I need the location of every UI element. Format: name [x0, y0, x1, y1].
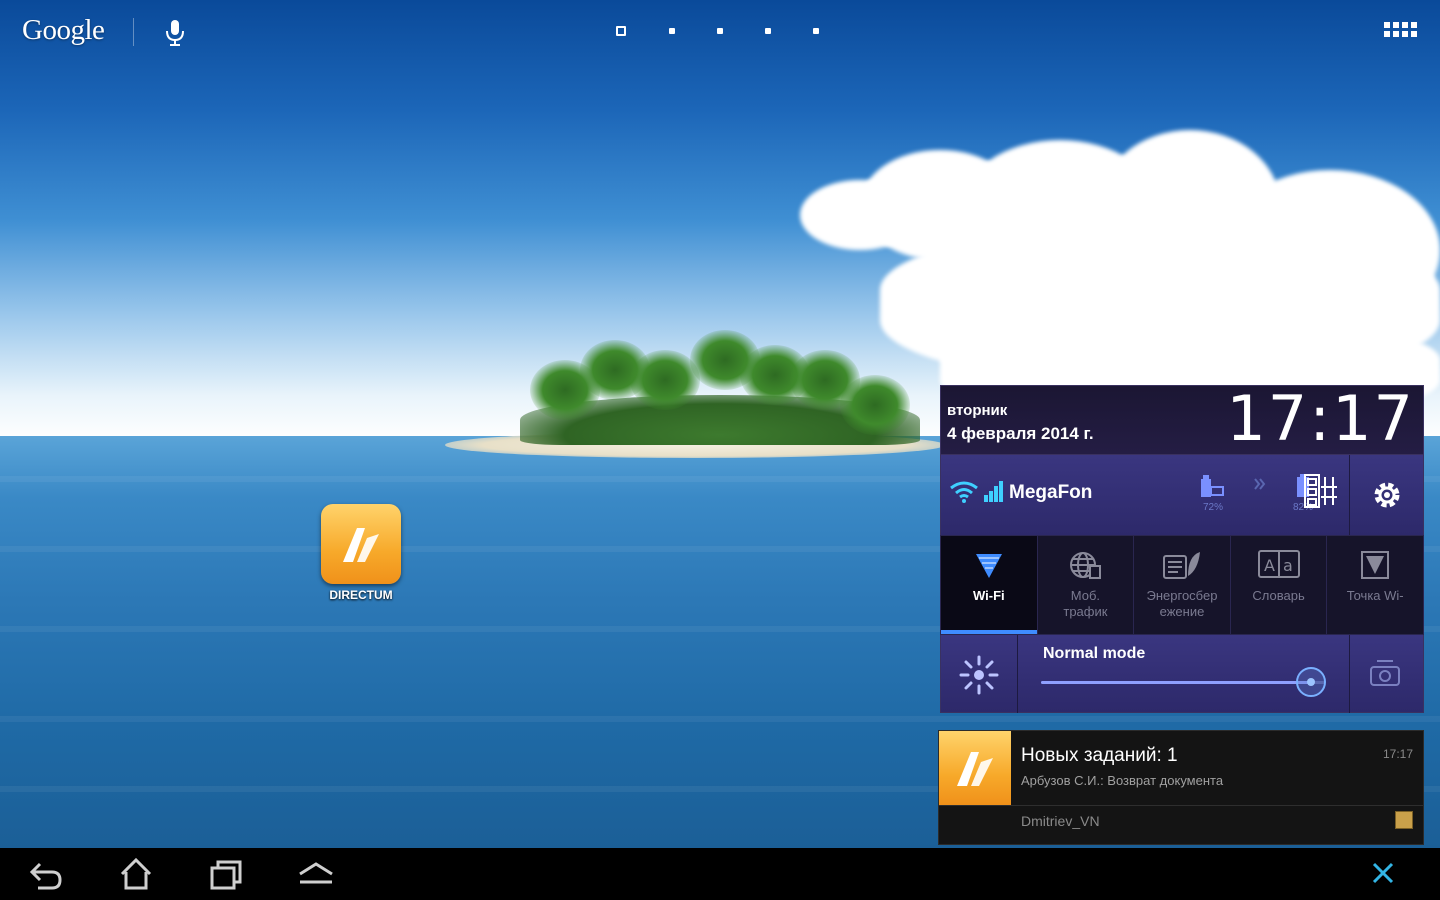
dock-battery-icon	[1201, 475, 1224, 497]
panel-header: вторник 4 февраля 2014 г. 17:17	[940, 385, 1424, 455]
power-saver-icon	[1162, 552, 1200, 579]
status-row: MegaFon 72% 82%	[940, 455, 1424, 535]
back-icon[interactable]	[28, 856, 64, 892]
page-dot[interactable]	[765, 28, 771, 34]
day-label: вторник	[947, 402, 1008, 419]
signal-strength-icon	[984, 481, 1003, 502]
brightness-slider[interactable]	[1041, 667, 1326, 697]
quick-toggles: Wi-Fi Моб. трафик Энергосбер ежение A a …	[940, 535, 1424, 635]
toggle-label: Wi-Fi	[972, 588, 1005, 603]
task-manager-icon[interactable]	[1303, 473, 1339, 509]
notification-user: Dmitriev_VN	[1021, 813, 1100, 829]
svg-text:A: A	[1264, 556, 1275, 575]
toggle-wifi[interactable]: Wi-Fi	[941, 536, 1038, 634]
wifi-status-icon	[950, 481, 978, 503]
settings-gear-icon[interactable]	[1369, 477, 1405, 513]
apps-grid-icon[interactable]	[1384, 22, 1417, 44]
toggle-dictionary[interactable]: A a Словарь	[1231, 536, 1328, 634]
date-label: 4 февраля 2014 г.	[947, 424, 1094, 443]
menu-up-icon[interactable]	[296, 856, 336, 892]
google-search-logo[interactable]: Google	[22, 14, 105, 47]
globe-icon	[1070, 552, 1102, 579]
toggle-power-saver[interactable]: Энергосбер ежение	[1134, 536, 1231, 634]
toggle-label: Точка Wi-	[1346, 588, 1404, 603]
toggle-label: Моб. трафик	[1063, 588, 1108, 619]
page-dot[interactable]	[813, 28, 819, 34]
toggle-label: Словарь	[1252, 588, 1305, 603]
notification-app-icon	[1395, 811, 1413, 829]
carrier-name: MegaFon	[1009, 482, 1093, 503]
mic-icon[interactable]	[164, 18, 186, 48]
dock-battery: 72%	[1199, 473, 1227, 513]
dictionary-icon: A a	[1257, 550, 1300, 578]
toggle-hotspot[interactable]: Точка Wi-	[1327, 536, 1423, 634]
battery-status: 72% 82%	[1199, 473, 1313, 513]
notification-time: 17:17	[1382, 747, 1413, 761]
slider-thumb[interactable]	[1295, 667, 1326, 697]
wifi-icon	[975, 554, 1002, 578]
brightness-row: Normal mode	[940, 635, 1424, 713]
page-dot[interactable]	[669, 28, 675, 34]
close-icon[interactable]	[1370, 860, 1396, 886]
notification-text: Арбузов С.И.: Возврат документа	[1021, 773, 1224, 788]
divider	[939, 805, 1423, 806]
slider-fill	[1041, 681, 1311, 684]
auto-brightness-icon[interactable]	[1369, 659, 1401, 689]
notification-title: Новых заданий: 1	[1021, 745, 1178, 766]
svg-text:a: a	[1283, 556, 1293, 575]
chevron-right-icon	[1254, 478, 1266, 490]
page-dot[interactable]	[717, 28, 723, 34]
recent-apps-icon[interactable]	[208, 856, 244, 892]
search-divider	[133, 18, 134, 46]
clock: 17:17	[1226, 382, 1415, 455]
brightness-icon[interactable]	[955, 653, 1003, 697]
home-icon[interactable]	[118, 856, 154, 892]
directum-shortcut[interactable]: DIRECTUM	[316, 504, 406, 602]
shortcut-label: DIRECTUM	[329, 588, 393, 602]
directum-notification[interactable]: Новых заданий: 1 17:17 Арбузов С.И.: Воз…	[938, 730, 1424, 845]
arrow-separator	[1253, 473, 1267, 513]
toggle-label: Энергосбер ежение	[1146, 588, 1218, 619]
quick-settings-panel: вторник 4 февраля 2014 г. 17:17 MegaFon	[940, 385, 1424, 713]
directum-icon	[321, 504, 401, 584]
brightness-mode-label: Normal mode	[1043, 645, 1146, 662]
directum-icon	[939, 731, 1011, 805]
navigation-bar	[0, 848, 1440, 900]
hotspot-icon	[1361, 551, 1390, 579]
dock-battery-level: 72%	[1202, 502, 1223, 513]
divider	[1349, 455, 1350, 535]
toggle-mobile-data[interactable]: Моб. трафик	[1038, 536, 1135, 634]
page-dot-current[interactable]	[616, 26, 626, 36]
